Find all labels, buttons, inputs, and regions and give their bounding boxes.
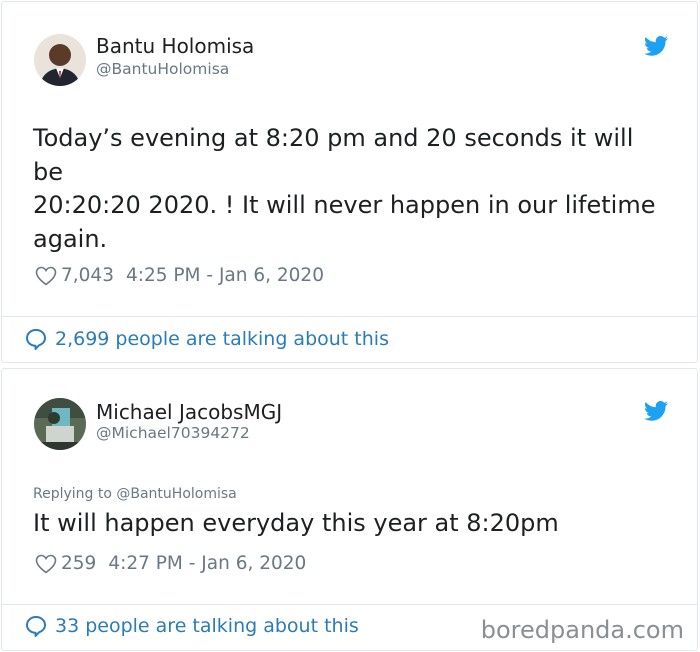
tweet-meta: 7,043 4:25 PM - Jan 6, 2020 [35,265,324,286]
author-name[interactable]: Michael JacobsMGJ [96,400,282,424]
talking-text[interactable]: 33 people are talking about this [55,615,359,637]
heart-icon[interactable] [35,554,57,574]
tweet-card-2: Michael JacobsMGJ @Michael70394272 Reply… [1,368,698,651]
tweet-text: It will happen everyday this year at 8:2… [33,507,559,541]
tweet-meta: 259 4:27 PM - Jan 6, 2020 [35,553,306,574]
tweet-text: Today’s evening at 8:20 pm and 20 second… [33,122,656,256]
timestamp[interactable]: 4:25 PM - Jan 6, 2020 [126,265,324,286]
like-count[interactable]: 7,043 [61,265,114,286]
twitter-bird-icon[interactable] [644,36,668,56]
tweet-text-line: 20:20:20 2020. ! It will never happen in… [33,191,656,219]
tweet-text-line: be [33,157,63,186]
replying-to[interactable]: Replying to @BantuHolomisa [33,486,237,502]
tweet-text-line: again. [33,224,108,253]
tweet-card-1: Bantu Holomisa @BantuHolomisa Today’s ev… [1,1,698,363]
talking-text[interactable]: 2,699 people are talking about this [55,328,389,350]
timestamp[interactable]: 4:27 PM - Jan 6, 2020 [108,553,306,574]
tweet-text-line: It will happen everyday this year at 8:2… [33,509,559,537]
author-name[interactable]: Bantu Holomisa [96,34,254,58]
author-handle[interactable]: @BantuHolomisa [96,60,229,78]
divider [2,316,697,317]
avatar[interactable] [34,398,86,450]
tweet-text-line: Today’s evening at 8:20 pm and 20 second… [33,124,634,152]
heart-icon[interactable] [35,266,57,286]
twitter-bird-icon[interactable] [644,401,668,421]
like-count[interactable]: 259 [61,553,96,574]
avatar[interactable] [34,34,86,86]
author-handle[interactable]: @Michael70394272 [96,424,250,442]
watermark: boredpanda.com [480,616,684,644]
talking-link[interactable]: 33 people are talking about this [25,615,359,637]
talking-link[interactable]: 2,699 people are talking about this [25,328,389,350]
speech-bubble-icon [26,329,46,350]
speech-bubble-icon [26,616,46,637]
divider [2,604,697,605]
